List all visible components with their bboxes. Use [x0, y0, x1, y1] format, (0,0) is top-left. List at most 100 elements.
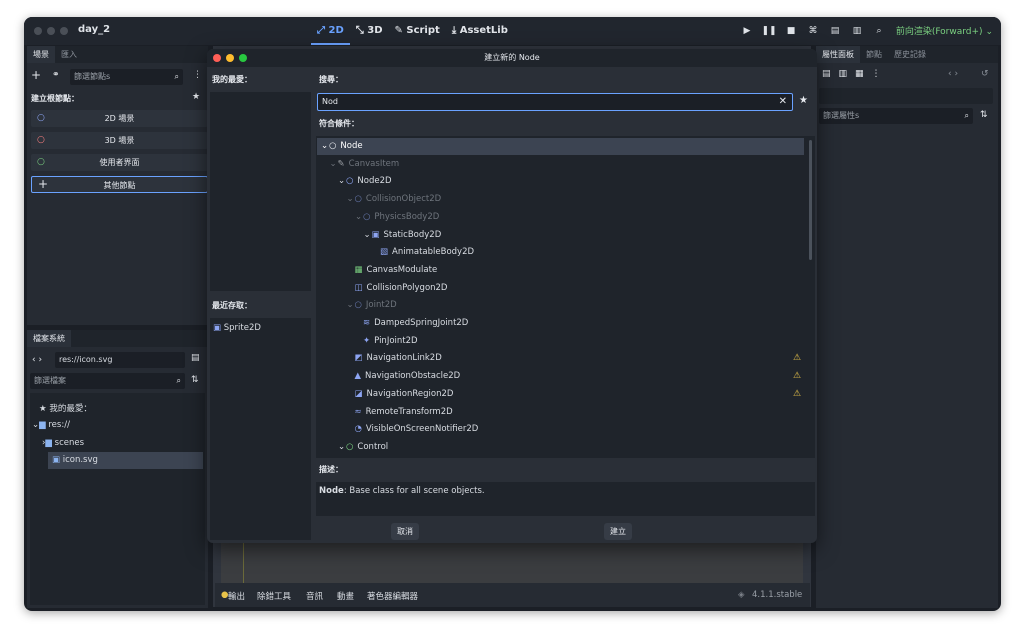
create-node-dialog: 建立新的 Node 我的最愛： 最近存取： ▣ Sprite2D 搜尋： Nod…	[207, 49, 817, 543]
chevron-down-icon[interactable]: ⌄	[330, 156, 338, 173]
property-filter-input[interactable]: 篩選屬性s ⌕	[819, 108, 973, 124]
tree-row-physicsbody2d[interactable]: ⌄○ PhysicsBody2D	[317, 209, 804, 226]
renderer-select[interactable]: 前向渲染(Forward+) ⌄	[896, 24, 993, 37]
chevron-down-icon[interactable]: ⌄	[338, 439, 346, 456]
tree-row-collisionpolygon2d[interactable]: ◫ CollisionPolygon2D	[317, 280, 804, 297]
node-search-input[interactable]: Nod ✕	[317, 93, 793, 111]
scenes-folder[interactable]: ›▆ scenes	[42, 438, 84, 448]
tree-row-visibleonscreennotifier2d[interactable]: ◔ VisibleOnScreenNotifier2D	[317, 421, 804, 438]
dialog-titlebar: 建立新的 Node	[207, 49, 817, 67]
favorite-star-icon[interactable]: ★	[192, 92, 200, 102]
tree-row-collisionobject2d[interactable]: ⌄○ CollisionObject2D	[317, 191, 804, 208]
tab-history[interactable]: 歷史記錄	[888, 46, 932, 63]
close-dialog-button[interactable]	[213, 54, 221, 62]
tab-audio[interactable]: 音訊	[306, 590, 323, 602]
chevron-down-icon[interactable]: ⌄	[364, 227, 372, 244]
new-resource-icon[interactable]: ▤	[822, 69, 839, 79]
minimize-window-button[interactable]	[47, 27, 55, 35]
tab-import[interactable]: 匯入	[55, 46, 83, 63]
tree-row-canvasitem[interactable]: ⌄✎ CanvasItem	[317, 156, 804, 173]
file-filter-input[interactable]: 篩選檔案 ⌕	[30, 373, 185, 389]
save-icon[interactable]: ▦	[855, 69, 872, 79]
tree-row-dampedspringjoint2d[interactable]: ≋ DampedSpringJoint2D	[317, 315, 804, 332]
play-custom-scene-icon[interactable]: ▥	[846, 26, 868, 36]
tab-3d[interactable]: ⤡ 3D	[350, 17, 389, 45]
description-label: 描述：	[319, 465, 343, 474]
tree-row-staticbody2d[interactable]: ⌄▣ StaticBody2D	[317, 227, 804, 244]
favorites-list[interactable]	[210, 92, 311, 291]
open-folder-icon[interactable]: ▥	[839, 69, 856, 79]
tree-row-navigationregion2d[interactable]: ◪ NavigationRegion2D ⚠	[317, 386, 804, 403]
user-interface-button[interactable]: ○ 使用者界面	[31, 154, 208, 171]
favorites-item[interactable]: ★ 我的最愛：	[39, 402, 92, 414]
chevron-down-icon[interactable]: ⌄	[338, 173, 346, 190]
create-button[interactable]: 建立	[604, 523, 632, 540]
add-node-icon[interactable]: +	[31, 68, 41, 82]
tree-row-animatablebody2d[interactable]: ▧ AnimatableBody2D	[317, 244, 804, 261]
tree-row-pinjoint2d[interactable]: ✦ PinJoint2D	[317, 333, 804, 350]
zoom-dialog-button[interactable]	[239, 54, 247, 62]
node-type-icon: ○	[346, 441, 354, 452]
tab-script[interactable]: ✎ Script	[389, 17, 446, 45]
tab-animation[interactable]: 動畫	[337, 590, 354, 602]
tab-assetlib[interactable]: ⤓ AssetLib	[446, 17, 514, 45]
sort-icon[interactable]: ⇅	[191, 375, 199, 385]
tree-row-joint2d[interactable]: ⌄○ Joint2D	[317, 297, 804, 314]
chevron-down-icon[interactable]: ⌄	[347, 297, 355, 314]
tab-shader-editor[interactable]: 著色器編輯器	[367, 590, 418, 602]
zoom-window-button[interactable]	[60, 27, 68, 35]
play-scene-icon[interactable]: ▤	[824, 26, 846, 36]
recent-history-icon[interactable]: ↺	[981, 69, 989, 79]
tree-row-label: Node2D	[357, 176, 392, 187]
pause-icon[interactable]: ❚❚	[758, 26, 780, 36]
chevron-down-icon[interactable]: ⌄	[321, 138, 329, 155]
res-folder[interactable]: ⌄▆ res://	[32, 420, 70, 430]
other-node-button[interactable]: + 其他節點	[31, 176, 208, 193]
more-icon[interactable]: ⋮	[193, 70, 202, 80]
split-mode-icon[interactable]: ▤	[191, 353, 200, 363]
history-nav-icon[interactable]: ‹ ›	[32, 355, 42, 365]
chevron-down-icon[interactable]: ⌄	[347, 191, 355, 208]
tab-2d[interactable]: ⤢ 2D	[311, 17, 350, 45]
tab-scene[interactable]: 場景	[27, 46, 55, 63]
tree-row-canvasmodulate[interactable]: ▦ CanvasModulate	[317, 262, 804, 279]
remote-debug-icon[interactable]: ⌘	[802, 26, 824, 36]
clear-search-icon[interactable]: ✕	[779, 94, 787, 110]
2d-scene-button[interactable]: ○ 2D 場景	[31, 110, 208, 127]
tree-scrollbar[interactable]	[809, 140, 812, 260]
tree-row-navigationlink2d[interactable]: ◩ NavigationLink2D ⚠	[317, 350, 804, 367]
icon-svg-file[interactable]: ▣ icon.svg	[48, 452, 203, 469]
path-field[interactable]: res://icon.svg	[55, 352, 185, 368]
favorite-star-icon[interactable]: ★	[799, 95, 808, 106]
movie-maker-icon[interactable]: ⌕	[868, 26, 890, 36]
recent-item[interactable]: ▣ Sprite2D	[213, 323, 261, 333]
minimize-dialog-button[interactable]	[226, 54, 234, 62]
tab-filesystem[interactable]: 檔案系統	[27, 330, 71, 347]
tab-output[interactable]: 輸出	[228, 590, 245, 602]
sort-icon[interactable]: ⇅	[980, 110, 988, 120]
inspector-toolbar: ▤▥▦⋮	[822, 69, 889, 79]
tree-row-node2d[interactable]: ⌄○ Node2D	[317, 173, 804, 190]
node-filter-input[interactable]: 篩選節點s ⌕	[70, 69, 183, 85]
3d-scene-button[interactable]: ○ 3D 場景	[31, 132, 208, 149]
node-type-icon: ▣	[371, 229, 380, 240]
more-icon[interactable]: ⋮	[872, 69, 889, 79]
stop-icon[interactable]: ■	[780, 26, 802, 36]
chevron-down-icon[interactable]: ⌄	[355, 209, 363, 226]
tab-node[interactable]: 節點	[860, 46, 888, 63]
play-icon[interactable]: ▶	[736, 26, 758, 36]
tree-row-navigationobstacle2d[interactable]: ▲ NavigationObstacle2D ⚠	[317, 368, 804, 385]
tab-debugger[interactable]: 除錯工具	[257, 590, 291, 602]
close-window-button[interactable]	[34, 27, 42, 35]
link-icon[interactable]: ⚭	[52, 70, 60, 80]
tree-row-node[interactable]: ⌄○ Node	[317, 138, 804, 155]
cancel-button[interactable]: 取消	[391, 523, 419, 540]
filesystem-dock: 檔案系統 ‹ › res://icon.svg ▤ 篩選檔案 ⌕ ⇅ ★ 我的最愛…	[27, 330, 208, 608]
tree-row-remotetransform2d[interactable]: ≈ RemoteTransform2D	[317, 404, 804, 421]
node-type-icon: ≈	[354, 406, 362, 417]
tab-inspector[interactable]: 屬性面板	[816, 46, 860, 63]
node-type-icon: ▦	[354, 264, 363, 275]
scene-dock: 場景 匯入 + ⚭ 篩選節點s ⌕ ⋮ 建立根節點： ★ ○ 2D 場景 ○ 3D 場…	[27, 46, 208, 325]
history-nav-icon[interactable]: ‹ ›	[948, 69, 958, 79]
tree-row-control[interactable]: ⌄○ Control	[317, 439, 804, 456]
